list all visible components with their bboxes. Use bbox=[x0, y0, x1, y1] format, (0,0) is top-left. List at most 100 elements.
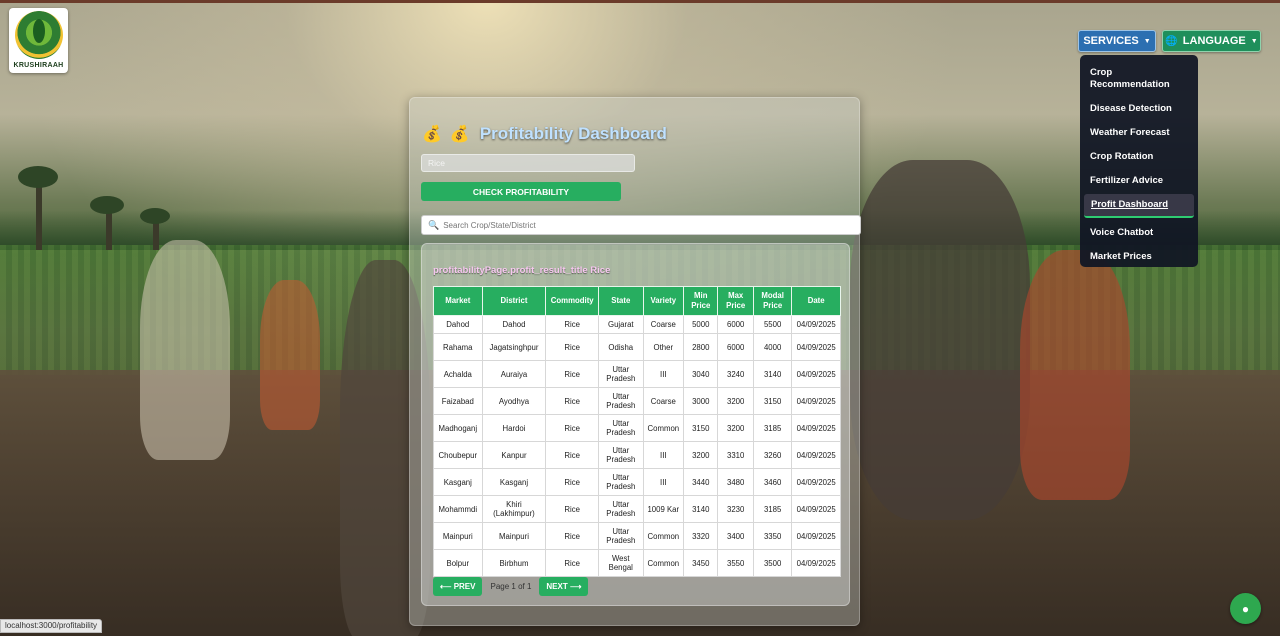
prev-page-button[interactable]: ⟵ PREV bbox=[433, 577, 483, 596]
menu-item-weather-forecast[interactable]: Weather Forecast bbox=[1080, 127, 1198, 139]
table-cell: 04/09/2025 bbox=[791, 333, 841, 361]
globe-icon: 🌐 bbox=[1165, 35, 1178, 47]
table-body: Dahod Dahod Rice Gujarat Coarse 5000 6000 5500 0… bbox=[433, 315, 841, 577]
table-cell: Kasganj bbox=[433, 468, 483, 496]
table-cell: Odisha bbox=[598, 333, 644, 361]
table-cell: Jagatsinghpur bbox=[481, 333, 547, 361]
table-cell: 04/09/2025 bbox=[791, 441, 841, 469]
table-cell: 6000 bbox=[717, 315, 754, 334]
language-button[interactable]: 🌐 LANGUAGE ▼ bbox=[1162, 30, 1261, 52]
table-cell: Uttar Pradesh bbox=[598, 441, 644, 469]
table-row: Faizabad Ayodhya Rice Uttar Pradesh Coarse 30… bbox=[433, 387, 841, 415]
table-cell: 04/09/2025 bbox=[791, 414, 841, 442]
table-cell: 04/09/2025 bbox=[791, 387, 841, 415]
table-cell: Madhoganj bbox=[433, 414, 483, 442]
table-cell: 3460 bbox=[752, 468, 793, 496]
table-cell: Common bbox=[642, 549, 685, 577]
services-button[interactable]: SERVICES ▼ bbox=[1078, 30, 1156, 52]
table-cell: 04/09/2025 bbox=[791, 495, 841, 523]
ox-figure bbox=[850, 160, 1030, 520]
table-cell: Rice bbox=[545, 333, 600, 361]
menu-item-crop-recommendation[interactable]: Crop Recommendation bbox=[1080, 67, 1198, 91]
table-cell: 2800 bbox=[683, 333, 719, 361]
table-cell: Rice bbox=[545, 414, 600, 442]
table-row: Dahod Dahod Rice Gujarat Coarse 5000 6000 5500 0… bbox=[433, 315, 841, 334]
table-cell: Mohammdi bbox=[433, 495, 483, 523]
table-cell: Other bbox=[642, 333, 685, 361]
table-cell: 3150 bbox=[683, 414, 719, 442]
table-cell: Birbhum bbox=[481, 549, 547, 577]
table-cell: 3200 bbox=[683, 441, 719, 469]
pagination: ⟵ PREV Page 1 of 1 NEXT ⟶ bbox=[433, 577, 589, 596]
table-cell: Kanpur bbox=[481, 441, 547, 469]
crop-input[interactable] bbox=[421, 154, 635, 172]
menu-item-voice-chatbot[interactable]: Voice Chatbot bbox=[1080, 227, 1198, 239]
column-header: Variety bbox=[642, 286, 685, 316]
column-header: Max Price bbox=[717, 286, 754, 316]
table-cell: 3185 bbox=[752, 495, 793, 523]
menu-item-label: Recommendation bbox=[1090, 79, 1170, 90]
table-cell: Choubepur bbox=[433, 441, 483, 469]
table-cell: Common bbox=[642, 414, 685, 442]
table-cell: 3140 bbox=[752, 360, 793, 388]
table-cell: Kasganj bbox=[481, 468, 547, 496]
palm-crown bbox=[18, 166, 58, 188]
table-cell: 5500 bbox=[752, 315, 793, 334]
column-header: Date bbox=[791, 286, 841, 316]
search-input[interactable] bbox=[443, 220, 844, 230]
chat-bubble-icon[interactable]: ● bbox=[1230, 593, 1261, 624]
column-header: State bbox=[598, 286, 644, 316]
table-cell: West Bengal bbox=[598, 549, 644, 577]
table-cell: 3185 bbox=[752, 414, 793, 442]
table-cell: 3200 bbox=[717, 387, 754, 415]
prices-table: Market District Commodity State Variety … bbox=[433, 286, 841, 577]
table-cell: 04/09/2025 bbox=[791, 360, 841, 388]
table-row: Choubepur Kanpur Rice Uttar Pradesh III 3200 3… bbox=[433, 441, 841, 469]
table-row: Kasganj Kasganj Rice Uttar Pradesh III 3440 34… bbox=[433, 468, 841, 496]
money-bag-icon: 💰 bbox=[449, 126, 470, 143]
palm-trunk bbox=[36, 180, 42, 250]
table-row: Bolpur Birbhum Rice West Bengal Common 3450 35… bbox=[433, 549, 841, 577]
table-cell: III bbox=[642, 360, 685, 388]
next-page-button[interactable]: NEXT ⟶ bbox=[539, 577, 589, 596]
table-cell: 3310 bbox=[717, 441, 754, 469]
check-profitability-button[interactable]: CHECK PROFITABILITY bbox=[421, 182, 621, 201]
chevron-down-icon: ▼ bbox=[1143, 37, 1151, 45]
menu-item-fertilizer-advice[interactable]: Fertilizer Advice bbox=[1080, 175, 1198, 187]
table-cell: 04/09/2025 bbox=[791, 315, 841, 334]
table-cell: Coarse bbox=[642, 387, 685, 415]
search-box[interactable]: 🔍 bbox=[421, 215, 861, 235]
table-cell: Dahod bbox=[481, 315, 547, 334]
menu-item-market-prices[interactable]: Market Prices bbox=[1080, 251, 1198, 263]
table-cell: Rahama bbox=[433, 333, 483, 361]
table-cell: Rice bbox=[545, 315, 600, 334]
page-info: Page 1 of 1 bbox=[490, 582, 532, 591]
table-cell: 3240 bbox=[717, 360, 754, 388]
table-cell: 3550 bbox=[717, 549, 754, 577]
table-cell: Uttar Pradesh bbox=[598, 468, 644, 496]
table-cell: Hardoi bbox=[481, 414, 547, 442]
logo-text: KRUSHIRAAH bbox=[13, 62, 64, 69]
menu-item-disease-detection[interactable]: Disease Detection bbox=[1080, 103, 1198, 115]
table-row: Mohammdi Khiri (Lakhimpur) Rice Uttar Prade… bbox=[433, 495, 841, 523]
table-cell: Rice bbox=[545, 441, 600, 469]
table-cell: Achalda bbox=[433, 360, 483, 388]
column-header: Min Price bbox=[683, 286, 719, 316]
table-cell: 3440 bbox=[683, 468, 719, 496]
table-cell: 3260 bbox=[752, 441, 793, 469]
table-cell: 3350 bbox=[752, 522, 793, 550]
result-title: profitabilityPage.profit_result_title Ri… bbox=[433, 265, 611, 276]
brand-logo[interactable]: KRUSHIRAAH bbox=[9, 8, 68, 73]
palm-crown bbox=[90, 196, 124, 214]
table-cell: Uttar Pradesh bbox=[598, 522, 644, 550]
menu-item-crop-rotation[interactable]: Crop Rotation bbox=[1080, 151, 1198, 163]
table-cell: 04/09/2025 bbox=[791, 522, 841, 550]
menu-item-profit-dashboard[interactable]: Profit Dashboard bbox=[1084, 194, 1194, 218]
farmer-figure bbox=[1020, 250, 1130, 500]
table-cell: Common bbox=[642, 522, 685, 550]
services-label: SERVICES bbox=[1083, 35, 1139, 47]
table-cell: Auraiya bbox=[481, 360, 547, 388]
table-cell: 1009 Kar bbox=[642, 495, 685, 523]
table-cell: Coarse bbox=[642, 315, 685, 334]
menu-item-label: Crop bbox=[1090, 67, 1113, 78]
